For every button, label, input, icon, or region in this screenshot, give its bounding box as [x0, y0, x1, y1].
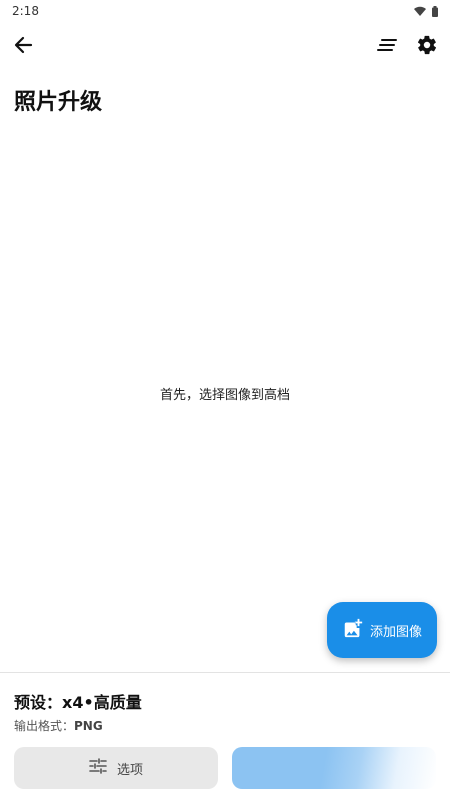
format-value: PNG	[74, 719, 103, 733]
status-icons	[414, 5, 438, 17]
back-button[interactable]	[10, 34, 36, 60]
options-button[interactable]: 选项	[14, 747, 218, 789]
format-label: 输出格式：	[14, 719, 75, 733]
sort-button[interactable]	[374, 34, 400, 60]
preset-value: x4•高质量	[62, 693, 142, 712]
screen: 2:18 照片升级 首先，选择图像到高档 添加图像 预设：x4•高质量 输出格式…	[0, 0, 450, 800]
arrow-left-icon	[13, 35, 33, 59]
bottom-panel: 预设：x4•高质量 输出格式：PNG 选项	[0, 672, 450, 800]
settings-button[interactable]	[414, 34, 440, 60]
status-time: 2:18	[12, 4, 39, 18]
empty-state-hint: 首先，选择图像到高档	[159, 388, 290, 403]
options-label: 选项	[116, 762, 143, 778]
add-image-button[interactable]: 添加图像	[327, 602, 437, 658]
wifi-icon	[414, 6, 426, 16]
preset-label: 预设：	[14, 693, 63, 712]
add-image-label: 添加图像	[369, 624, 422, 640]
app-bar	[0, 24, 450, 70]
tune-icon	[89, 758, 107, 778]
preset-info: 预设：x4•高质量	[14, 689, 142, 713]
start-upscale-button[interactable]	[232, 747, 436, 789]
status-bar: 2:18	[0, 0, 450, 22]
sort-lines-icon	[377, 37, 397, 57]
add-photo-icon	[342, 617, 364, 643]
page-title: 照片升级	[14, 90, 103, 115]
gear-icon	[416, 34, 438, 60]
battery-icon	[432, 5, 438, 17]
output-format-info: 输出格式：PNG	[14, 717, 103, 734]
